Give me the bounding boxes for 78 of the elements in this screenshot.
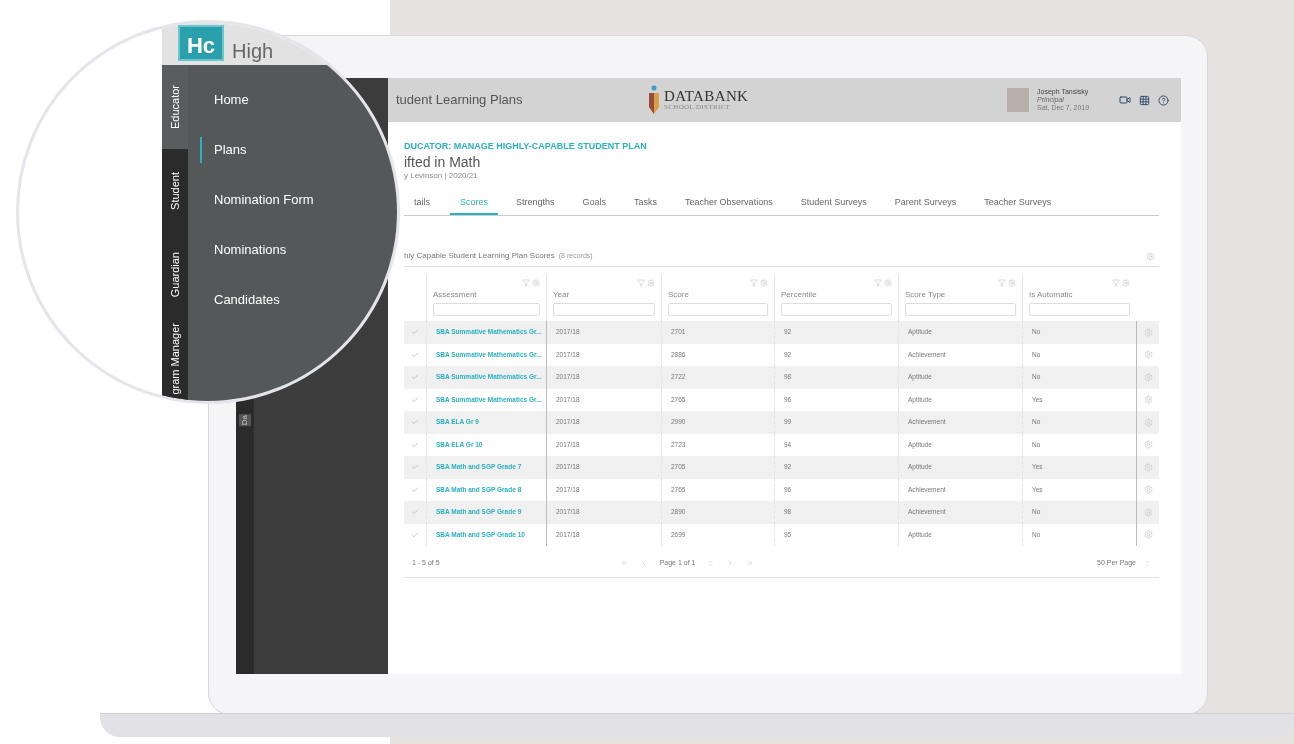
settings-icon[interactable] [1143,462,1153,472]
section-title: hly Capable Student Learning Plan Scores [404,250,555,262]
filter-field[interactable] [433,303,540,316]
tab[interactable]: Goals [572,195,617,215]
breadcrumb: DUCATOR: MANAGE HIGHLY-CAPABLE STUDENT PLAN [404,140,648,153]
brand-name: DATABANK [664,89,749,104]
tab[interactable]: Scores [450,195,499,215]
settings-icon[interactable] [1122,279,1130,287]
nav-item[interactable]: Home [200,87,249,113]
check-icon[interactable] [411,373,419,382]
avatar-placeholder[interactable] [1007,88,1029,112]
settings-icon[interactable] [1143,372,1153,382]
tab[interactable]: Student Surveys [790,195,877,215]
app-logo: Hc [178,25,224,61]
filter-field[interactable] [1029,303,1130,316]
settings-icon[interactable] [884,279,892,287]
tab[interactable]: Strengths [506,195,565,215]
pencil-person-logo-icon [648,85,660,115]
filter-field[interactable] [668,303,768,316]
filter-field[interactable] [553,303,655,316]
settings-icon[interactable] [647,279,655,287]
tab[interactable]: Teacher Observations [675,195,783,215]
settings-icon[interactable] [1143,350,1153,360]
plan-subtitle: y Levinson | 2020/21 [404,169,479,182]
per-page-spinner-icon[interactable] [1144,559,1151,567]
tab[interactable]: Parent Surveys [884,195,967,215]
column-header[interactable]: Assessment [433,289,540,301]
check-icon[interactable] [411,530,419,539]
column-header[interactable]: Year [553,289,655,301]
column-header[interactable]: Score Type [905,289,1016,301]
role-tab[interactable]: Educator [162,65,188,149]
settings-icon[interactable] [1143,395,1153,405]
app-grid-icon[interactable] [1139,94,1150,106]
settings-icon[interactable] [532,279,540,287]
filter-icon[interactable] [750,279,758,287]
check-icon[interactable] [411,463,419,472]
check-icon[interactable] [411,485,419,494]
filter-icon[interactable] [998,279,1006,287]
check-icon[interactable] [411,440,419,449]
first-page-icon[interactable] [619,559,628,568]
tab[interactable]: tails [404,195,440,215]
column-header[interactable]: Score [668,289,768,301]
filter-icon[interactable] [1112,279,1120,287]
nav-item[interactable]: Nominations [200,237,287,263]
last-page-icon[interactable] [746,559,755,568]
check-icon[interactable] [411,328,419,337]
plan-title: ifted in Math [404,153,482,170]
column-header[interactable]: Percentile [781,289,892,301]
settings-icon[interactable] [1143,417,1153,427]
filter-field[interactable] [781,303,892,316]
app-name: High [232,41,274,61]
settings-icon[interactable] [1143,530,1153,540]
settings-icon[interactable] [1143,485,1153,495]
nav-item[interactable]: Candidates [200,287,280,313]
sidebar-tab[interactable]: Da [239,414,251,427]
page-heading: tudent Learning Plans [395,91,524,110]
filter-field[interactable] [905,303,1016,316]
settings-icon[interactable] [760,279,768,287]
nav-item[interactable]: Plans [200,137,247,163]
check-icon[interactable] [411,350,419,359]
check-icon[interactable] [411,395,419,404]
filter-icon[interactable] [637,279,645,287]
settings-icon[interactable] [1143,507,1153,517]
page-spinner-icon[interactable] [707,559,715,567]
tab[interactable]: Teacher Surveys [974,195,1062,215]
settings-icon[interactable] [1008,279,1016,287]
settings-icon[interactable] [1143,327,1153,337]
nav-item[interactable]: Nomination Form [200,187,314,213]
filter-icon[interactable] [874,279,882,287]
column-header[interactable]: Is Automatic [1029,289,1130,301]
help-icon[interactable] [1158,94,1169,106]
video-camera-icon[interactable] [1119,94,1131,106]
settings-icon[interactable] [1143,440,1153,450]
filter-icon[interactable] [522,279,530,287]
tab[interactable]: Tasks [624,195,668,215]
settings-icon[interactable] [1146,251,1155,261]
check-icon[interactable] [411,418,419,427]
check-icon[interactable] [411,508,419,517]
